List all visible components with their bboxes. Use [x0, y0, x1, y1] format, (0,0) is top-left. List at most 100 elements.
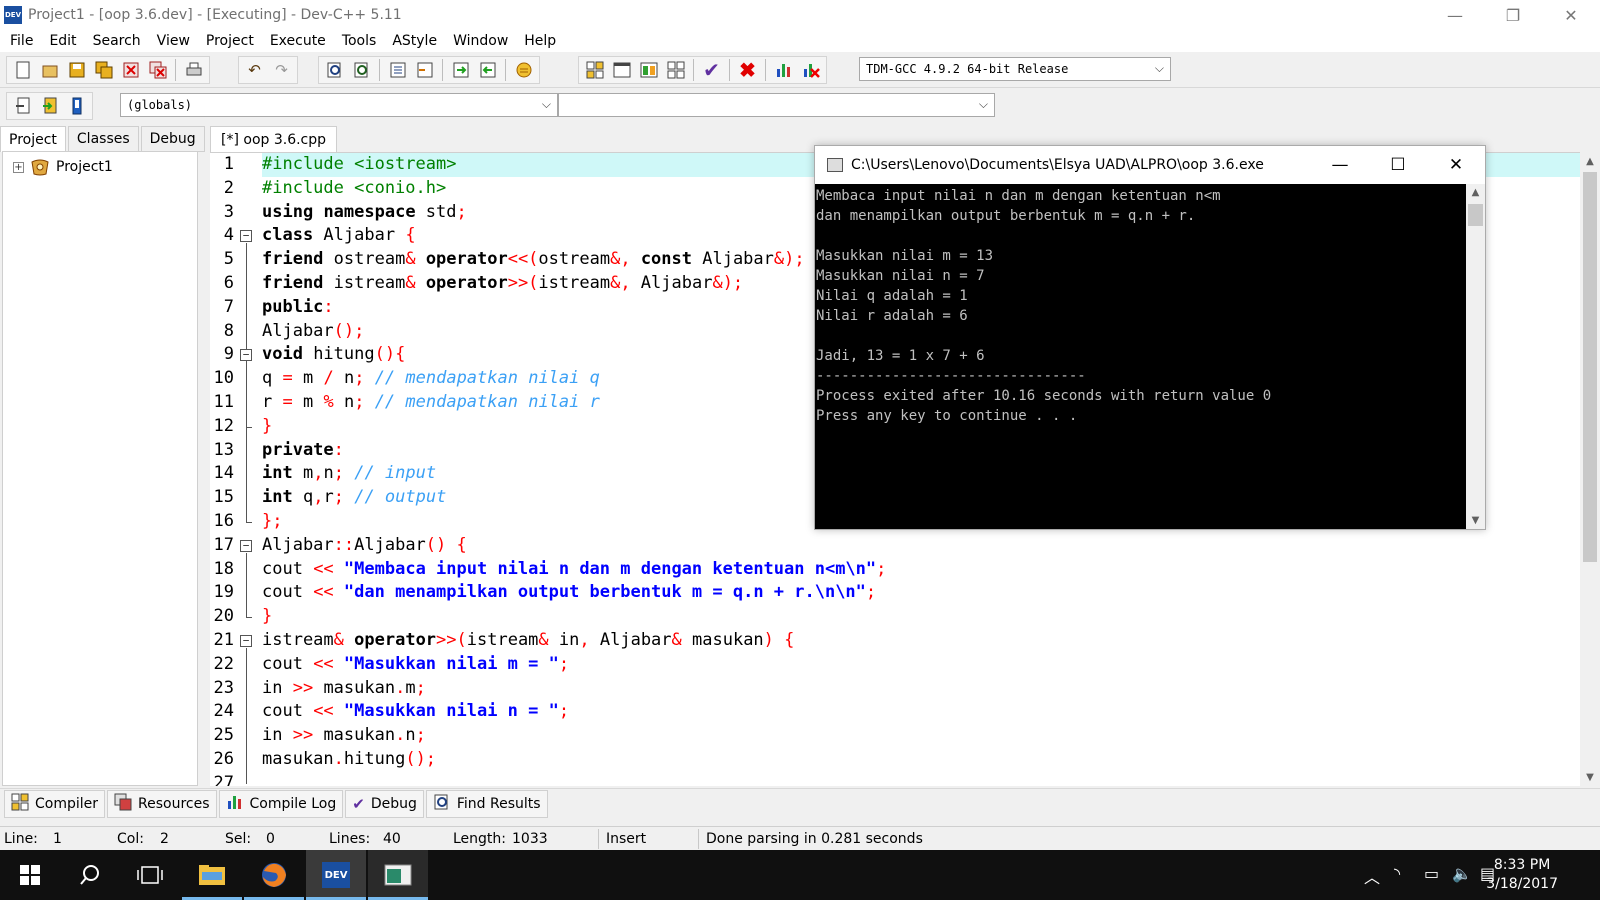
taskbar-console[interactable] — [368, 850, 428, 900]
undo-icon[interactable]: ↶ — [241, 58, 268, 82]
menu-edit[interactable]: Edit — [41, 33, 84, 49]
code-line[interactable]: cout << "Masukkan nilai m = "; — [262, 653, 1600, 677]
tree-item-project1[interactable]: + Project1 — [13, 158, 113, 176]
close-icon[interactable]: ✕ — [1427, 146, 1485, 184]
scroll-up-icon[interactable]: ▲ — [1466, 184, 1485, 201]
save-icon[interactable] — [63, 58, 90, 82]
menu-view[interactable]: View — [149, 33, 198, 49]
taskbar-devcpp[interactable]: DEV — [306, 850, 366, 900]
tab-label: Resources — [138, 795, 210, 812]
print-icon[interactable] — [180, 58, 207, 82]
code-line[interactable]: in >> masukan.m; — [262, 677, 1600, 701]
code-line[interactable]: masukan.hitung(); — [262, 748, 1600, 772]
console-icon — [827, 158, 843, 172]
scroll-down-icon[interactable]: ▼ — [1580, 768, 1600, 786]
code-line[interactable]: cout << "Masukkan nilai n = "; — [262, 700, 1600, 724]
tray-chevron-up-icon[interactable]: ︿ — [1364, 864, 1380, 888]
insert-icon[interactable] — [9, 94, 36, 118]
restore-icon[interactable]: ❐ — [1484, 0, 1542, 30]
menu-project[interactable]: Project — [198, 33, 262, 49]
menu-astyle[interactable]: AStyle — [384, 33, 445, 49]
code-line[interactable]: cout << "Membaca input nilai n dan m den… — [262, 558, 1600, 582]
code-line[interactable]: cout << "dan menampilkan output berbentu… — [262, 581, 1600, 605]
tab-compile-log[interactable]: Compile Log — [218, 789, 344, 818]
fold-toggle-icon[interactable]: − — [240, 635, 252, 647]
save-all-icon[interactable] — [90, 58, 117, 82]
fold-toggle-icon[interactable]: − — [240, 539, 252, 552]
scope-select[interactable]: (globals) ⌵ — [120, 93, 558, 117]
tab-classes[interactable]: Classes — [67, 126, 139, 152]
wifi-icon[interactable]: ◝ — [1394, 864, 1400, 883]
taskbar-firefox[interactable] — [244, 850, 304, 900]
tab-compiler[interactable]: Compiler — [4, 789, 106, 818]
grid-icon[interactable] — [662, 58, 689, 82]
replace-icon[interactable] — [348, 58, 375, 82]
minimize-icon[interactable]: — — [1426, 0, 1484, 30]
unindent-icon[interactable] — [411, 58, 438, 82]
scroll-down-icon[interactable]: ▼ — [1466, 512, 1485, 529]
volume-icon[interactable]: 🔈 — [1452, 864, 1472, 883]
menu-help[interactable]: Help — [516, 33, 564, 49]
tree-expander[interactable]: + — [13, 161, 24, 173]
menu-window[interactable]: Window — [445, 33, 516, 49]
full-screen-icon[interactable] — [608, 58, 635, 82]
tile-windows-icon[interactable] — [581, 58, 608, 82]
menu-search[interactable]: Search — [85, 33, 149, 49]
fold-toggle-icon[interactable]: − — [240, 349, 252, 362]
taskbar-file-explorer[interactable] — [182, 850, 242, 900]
title-bar[interactable]: DEV Project1 - [oop 3.6.dev] - [Executin… — [0, 0, 1600, 30]
tab-debug-output[interactable]: ✔ Debug — [345, 789, 424, 818]
goto-file-icon[interactable] — [474, 58, 501, 82]
tab-resources[interactable]: Resources — [107, 789, 217, 818]
window-controls: — ❐ ✕ — [1426, 0, 1600, 30]
new-file-icon[interactable] — [9, 58, 36, 82]
close-file-icon[interactable] — [117, 58, 144, 82]
console-scrollbar[interactable]: ▲ ▼ — [1466, 184, 1485, 529]
code-line[interactable]: istream& operator>>(istream& in, Aljabar… — [262, 629, 1600, 653]
code-line[interactable]: in >> masukan.n; — [262, 724, 1600, 748]
scroll-up-icon[interactable]: ▲ — [1580, 152, 1600, 170]
minimize-icon[interactable]: — — [1311, 146, 1369, 184]
status-col-label: Col: — [117, 831, 144, 847]
scroll-thumb[interactable] — [1583, 172, 1597, 562]
menu-tools[interactable]: Tools — [334, 33, 385, 49]
find-icon[interactable] — [321, 58, 348, 82]
syntax-check-icon[interactable]: ✔ — [698, 58, 725, 82]
menu-execute[interactable]: Execute — [262, 33, 334, 49]
redo-icon[interactable]: ↷ — [268, 58, 295, 82]
tab-find-results[interactable]: Find Results — [425, 789, 548, 818]
toggle-panels-icon[interactable] — [635, 58, 662, 82]
search-button[interactable] — [60, 850, 120, 900]
close-all-icon[interactable] — [144, 58, 171, 82]
console-output[interactable]: Membaca input nilai n dan m dengan keten… — [815, 184, 1467, 529]
editor-scrollbar[interactable]: ▲ ▼ — [1580, 152, 1600, 786]
maximize-icon[interactable]: ☐ — [1369, 146, 1427, 184]
indent-icon[interactable] — [384, 58, 411, 82]
delete-profile-icon[interactable] — [797, 58, 824, 82]
editor-tab-oop-3-6[interactable]: [*] oop 3.6.cpp — [210, 126, 338, 152]
compiler-select[interactable]: TDM-GCC 4.9.2 64-bit Release ⌵ — [859, 57, 1171, 81]
project-options-icon[interactable] — [63, 94, 90, 118]
task-view-button[interactable] — [120, 850, 180, 900]
taskbar-clock[interactable]: 8:33 PM 3/18/2017 — [1486, 856, 1558, 894]
tab-debug[interactable]: Debug — [140, 126, 205, 152]
function-select[interactable]: ⌵ — [558, 93, 995, 117]
open-file-icon[interactable] — [36, 58, 63, 82]
stop-execution-icon[interactable]: ✖ — [734, 58, 761, 82]
bookmark-icon[interactable] — [510, 58, 537, 82]
code-line[interactable]: } — [262, 605, 1600, 629]
console-window[interactable]: C:\Users\Lenovo\Documents\Elsya UAD\ALPR… — [814, 145, 1486, 530]
menu-file[interactable]: File — [2, 33, 41, 49]
scroll-thumb[interactable] — [1468, 204, 1483, 226]
tab-project[interactable]: Project — [0, 126, 66, 152]
add-to-project-icon[interactable] — [36, 94, 63, 118]
profile-chart-icon[interactable] — [770, 58, 797, 82]
goto-line-icon[interactable] — [447, 58, 474, 82]
code-line[interactable]: Aljabar::Aljabar() { — [262, 534, 1600, 558]
code-token: >> — [292, 677, 314, 698]
start-button[interactable] — [0, 850, 60, 900]
console-title-bar[interactable]: C:\Users\Lenovo\Documents\Elsya UAD\ALPR… — [815, 146, 1485, 184]
battery-icon[interactable]: ▭ — [1424, 864, 1439, 883]
close-icon[interactable]: ✕ — [1542, 0, 1600, 30]
fold-toggle-icon[interactable]: − — [240, 230, 252, 243]
